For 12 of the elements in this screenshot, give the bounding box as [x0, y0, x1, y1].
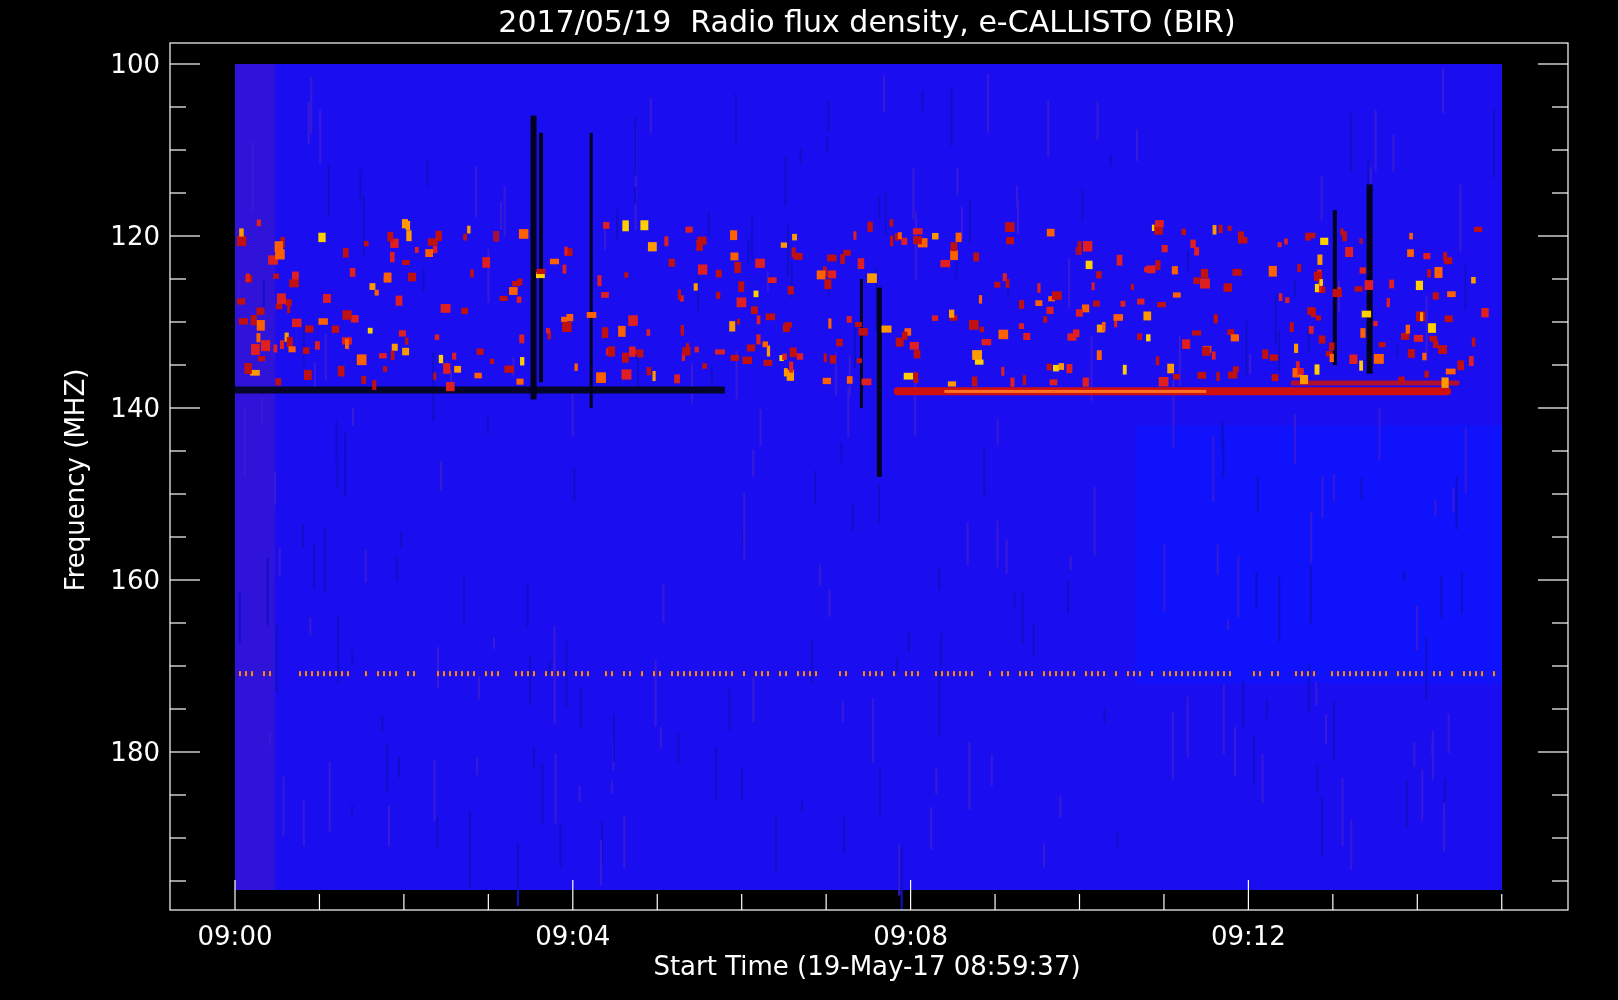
y-tick-label: 100	[110, 49, 160, 79]
x-axis-label: Start Time (19-May-17 08:59:37)	[653, 951, 1081, 981]
x-tick-label: 09:00	[197, 921, 273, 951]
y-tick-label: 120	[110, 221, 160, 251]
x-tick-label: 09:04	[535, 921, 611, 951]
y-axis-label: Frequency (MHZ)	[60, 368, 90, 592]
x-tick-label: 09:08	[873, 921, 949, 951]
x-tick-label: 09:12	[1210, 921, 1286, 951]
y-tick-label: 160	[110, 565, 160, 595]
y-tick-label: 180	[110, 737, 160, 767]
chart-title: 2017/05/19 Radio flux density, e-CALLISTO (BIR)	[498, 4, 1236, 39]
y-tick-label: 140	[110, 393, 160, 423]
